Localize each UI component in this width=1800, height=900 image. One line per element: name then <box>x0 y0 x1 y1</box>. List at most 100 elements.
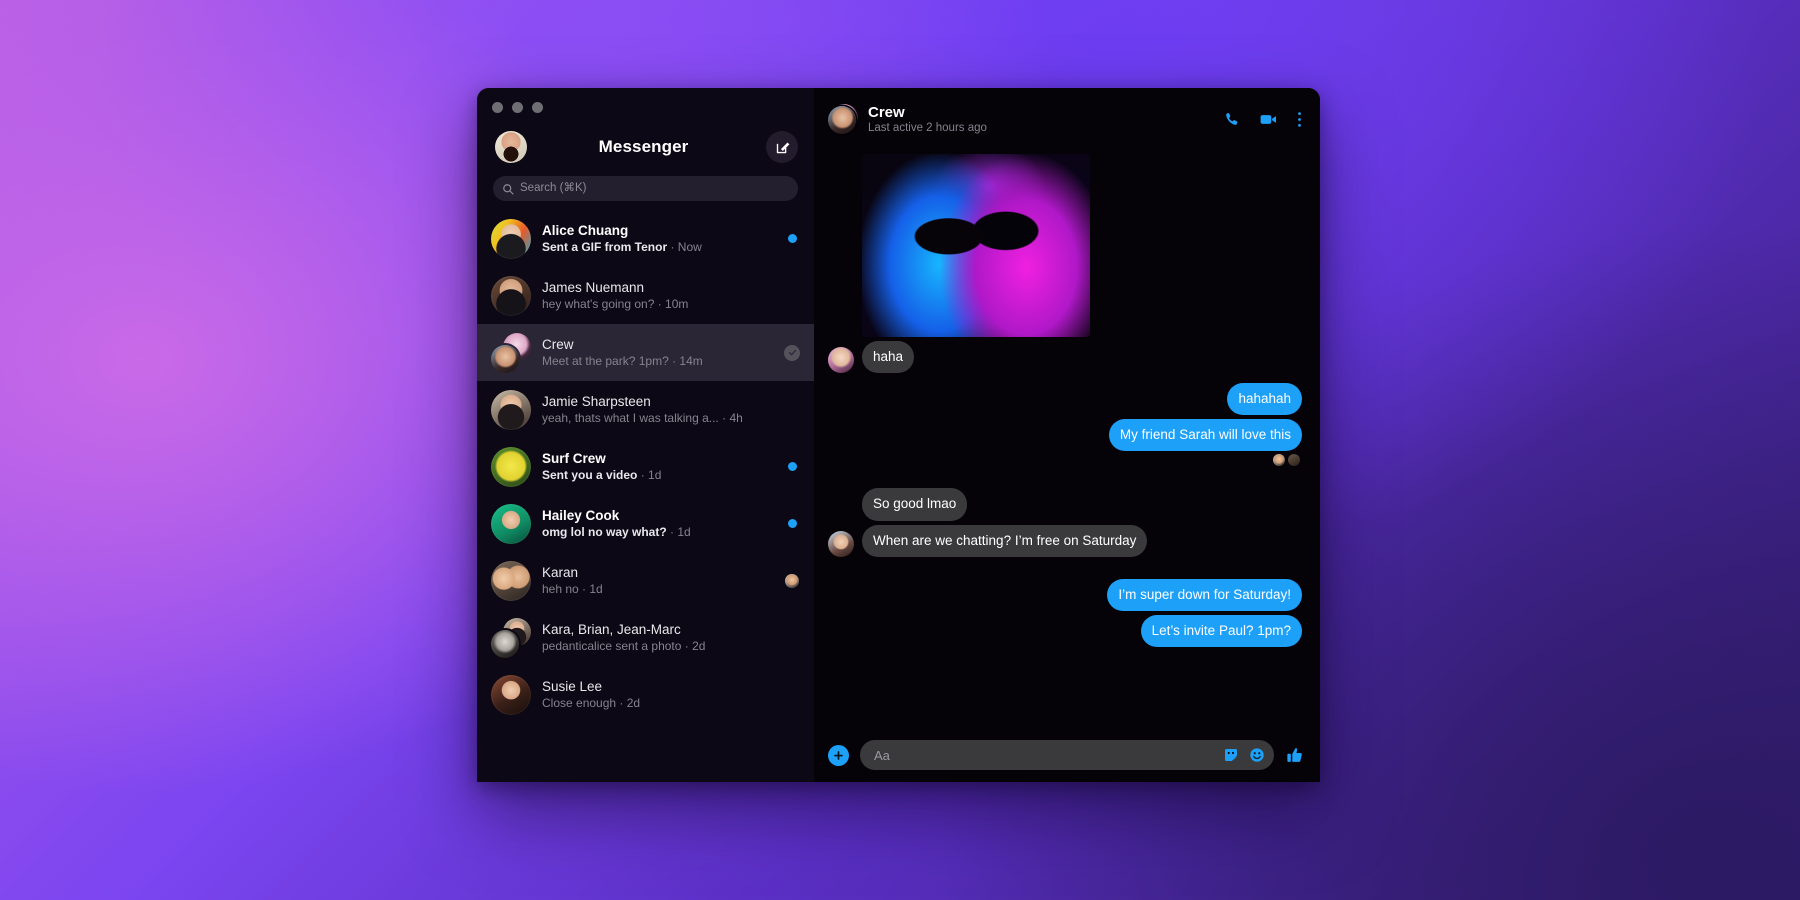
message-item: haha <box>828 341 1302 374</box>
conversation-row-jamie-sharpsteen[interactable]: Jamie Sharpsteen yeah, thats what I was t… <box>477 381 814 438</box>
message-bubble[interactable]: When are we chatting? I’m free on Saturd… <box>862 524 1148 557</box>
phone-icon <box>1226 112 1238 125</box>
maximize-window-button[interactable] <box>532 102 543 113</box>
snippet-separator: · <box>667 240 678 254</box>
message-read-receipts <box>828 451 1302 467</box>
conversation-snippet: Meet at the park? 1pm? · 14m <box>542 354 772 368</box>
message-input[interactable]: Aa <box>860 740 1274 770</box>
snippet-text: pedanticalice sent a photo <box>542 639 682 653</box>
avatar-chat-thread[interactable] <box>828 104 858 134</box>
message-item: So good lmao <box>828 488 1302 521</box>
snippet-separator: · <box>616 696 627 710</box>
conversation-row-karan[interactable]: Karan heh no · 1d <box>477 552 814 609</box>
search-icon <box>503 183 514 195</box>
conversation-time: 10m <box>665 297 689 311</box>
message-bubble[interactable]: hahahah <box>1227 383 1302 416</box>
conversation-name: Jamie Sharpsteen <box>542 394 651 409</box>
message-row-incoming: haha <box>828 341 1302 374</box>
conversation-name: James Nuemann <box>542 280 645 295</box>
snippet-separator: · <box>637 468 649 482</box>
conversation-text: James Nuemann hey what's going on? · 10m <box>542 280 772 311</box>
emoji-button[interactable] <box>1249 747 1265 763</box>
window-traffic-lights <box>477 88 814 118</box>
conversation-row-alice-chuang[interactable]: Alice Chuang Sent a GIF from Tenor · Now <box>477 210 814 267</box>
message-item: hahahah <box>828 383 1302 416</box>
conversation-name: Surf Crew <box>542 451 606 466</box>
avatar-sender <box>828 530 854 557</box>
search-container: Search (⌘K) <box>477 172 814 210</box>
message-bubbles: haha hahahah My friend Sarah will love thi… <box>828 341 1302 647</box>
message-row-outgoing: My friend Sarah will love this <box>828 419 1302 452</box>
unread-indicator <box>787 519 797 528</box>
chat-panel: Crew Last active 2 hours ago haha hahaha… <box>814 88 1320 782</box>
conversation-name: Crew <box>542 337 574 352</box>
conversation-text: Jamie Sharpsteen yeah, thats what I was t… <box>542 394 772 425</box>
message-item: When are we chatting? I’m free on Saturd… <box>828 524 1302 557</box>
close-window-button[interactable] <box>492 102 503 113</box>
conversation-snippet: heh no · 1d <box>542 582 772 596</box>
conversation-row-susie-lee[interactable]: Susie Lee Close enough · 2d <box>477 666 814 723</box>
conversation-time: 1d <box>589 582 603 596</box>
conversation-text: Alice Chuang Sent a GIF from Tenor · Now <box>542 223 772 254</box>
conversation-status <box>783 344 801 361</box>
avatar <box>491 503 531 544</box>
chat-status: Last active 2 hours ago <box>868 122 987 134</box>
conversation-row-crew[interactable]: Crew Meet at the park? 1pm? · 14m <box>477 324 814 381</box>
conversation-time: Now <box>677 240 702 254</box>
conversation-row-kara-brian-jean-marc[interactable]: Kara, Brian, Jean-Marc pedanticalice sent… <box>477 609 814 666</box>
message-bubble[interactable]: I’m super down for Saturday! <box>1107 578 1302 611</box>
read-receipt-check <box>784 344 800 361</box>
unread-indicator <box>787 462 797 471</box>
conversation-text: Susie Lee Close enough · 2d <box>542 679 772 710</box>
avatar <box>491 560 531 601</box>
conversation-name: Kara, Brian, Jean-Marc <box>542 622 681 637</box>
avatar-sender <box>828 347 854 374</box>
message-bubble[interactable]: So good lmao <box>862 488 968 521</box>
conversation-row-james-nuemann[interactable]: James Nuemann hey what's going on? · 10m <box>477 267 814 324</box>
read-receipt-avatar <box>1273 454 1285 467</box>
more-options-icon <box>1298 111 1301 127</box>
chat-title: Crew <box>868 104 905 121</box>
sticker-icon <box>1225 749 1237 761</box>
conversation-list[interactable]: Alice Chuang Sent a GIF from Tenor · Now J… <box>477 210 814 782</box>
minimize-window-button[interactable] <box>512 102 523 113</box>
compose-new-message-button[interactable] <box>766 131 798 163</box>
snippet-separator: · <box>668 354 680 368</box>
message-bubble[interactable]: My friend Sarah will love this <box>1108 419 1302 452</box>
conversation-snippet: hey what's going on? · 10m <box>542 297 772 311</box>
read-receipt-avatar <box>785 573 799 588</box>
thumbs-up-icon <box>1287 747 1302 762</box>
conversation-time: 1d <box>677 525 691 539</box>
conversation-name: Alice Chuang <box>542 223 629 238</box>
conversation-text: Crew Meet at the park? 1pm? · 14m <box>542 337 772 368</box>
conversation-row-hailey-cook[interactable]: Hailey Cook omg lol no way what? · 1d <box>477 495 814 552</box>
conversation-status <box>783 462 801 471</box>
plus-circle-icon <box>834 750 843 760</box>
snippet-text: heh no <box>542 582 579 596</box>
conversation-snippet: omg lol no way what? · 1d <box>542 525 772 539</box>
message-thread[interactable]: haha hahahah My friend Sarah will love thi… <box>814 150 1320 728</box>
chat-header-text: Crew Last active 2 hours ago <box>868 104 1213 134</box>
message-bubble[interactable]: Let’s invite Paul? 1pm? <box>1140 614 1302 647</box>
emoji-smiley-icon <box>1250 748 1264 762</box>
message-row-outgoing: hahahah <box>828 383 1302 416</box>
sticker-button[interactable] <box>1223 747 1239 763</box>
chat-header-actions <box>1223 110 1302 129</box>
gif-attachment-cat[interactable] <box>862 154 1090 337</box>
message-row-incoming: When are we chatting? I’m free on Saturd… <box>828 524 1302 557</box>
conversation-row-surf-crew[interactable]: Surf Crew Sent you a video · 1d <box>477 438 814 495</box>
message-bubble[interactable]: haha <box>862 341 915 374</box>
conversation-status <box>783 519 801 528</box>
video-call-button[interactable] <box>1259 110 1278 129</box>
more-options-button[interactable] <box>1297 111 1302 128</box>
search-input[interactable]: Search (⌘K) <box>493 176 798 201</box>
add-attachment-button[interactable] <box>828 744 849 766</box>
conversation-text: Karan heh no · 1d <box>542 565 772 596</box>
send-like-button[interactable] <box>1285 746 1304 765</box>
voice-call-button[interactable] <box>1223 111 1240 128</box>
message-row-outgoing: Let’s invite Paul? 1pm? <box>828 614 1302 647</box>
conversation-time: 4h <box>729 411 743 425</box>
conversation-time: 2d <box>626 696 641 710</box>
conversation-snippet: Sent a GIF from Tenor · Now <box>542 240 772 254</box>
avatar <box>491 446 531 487</box>
